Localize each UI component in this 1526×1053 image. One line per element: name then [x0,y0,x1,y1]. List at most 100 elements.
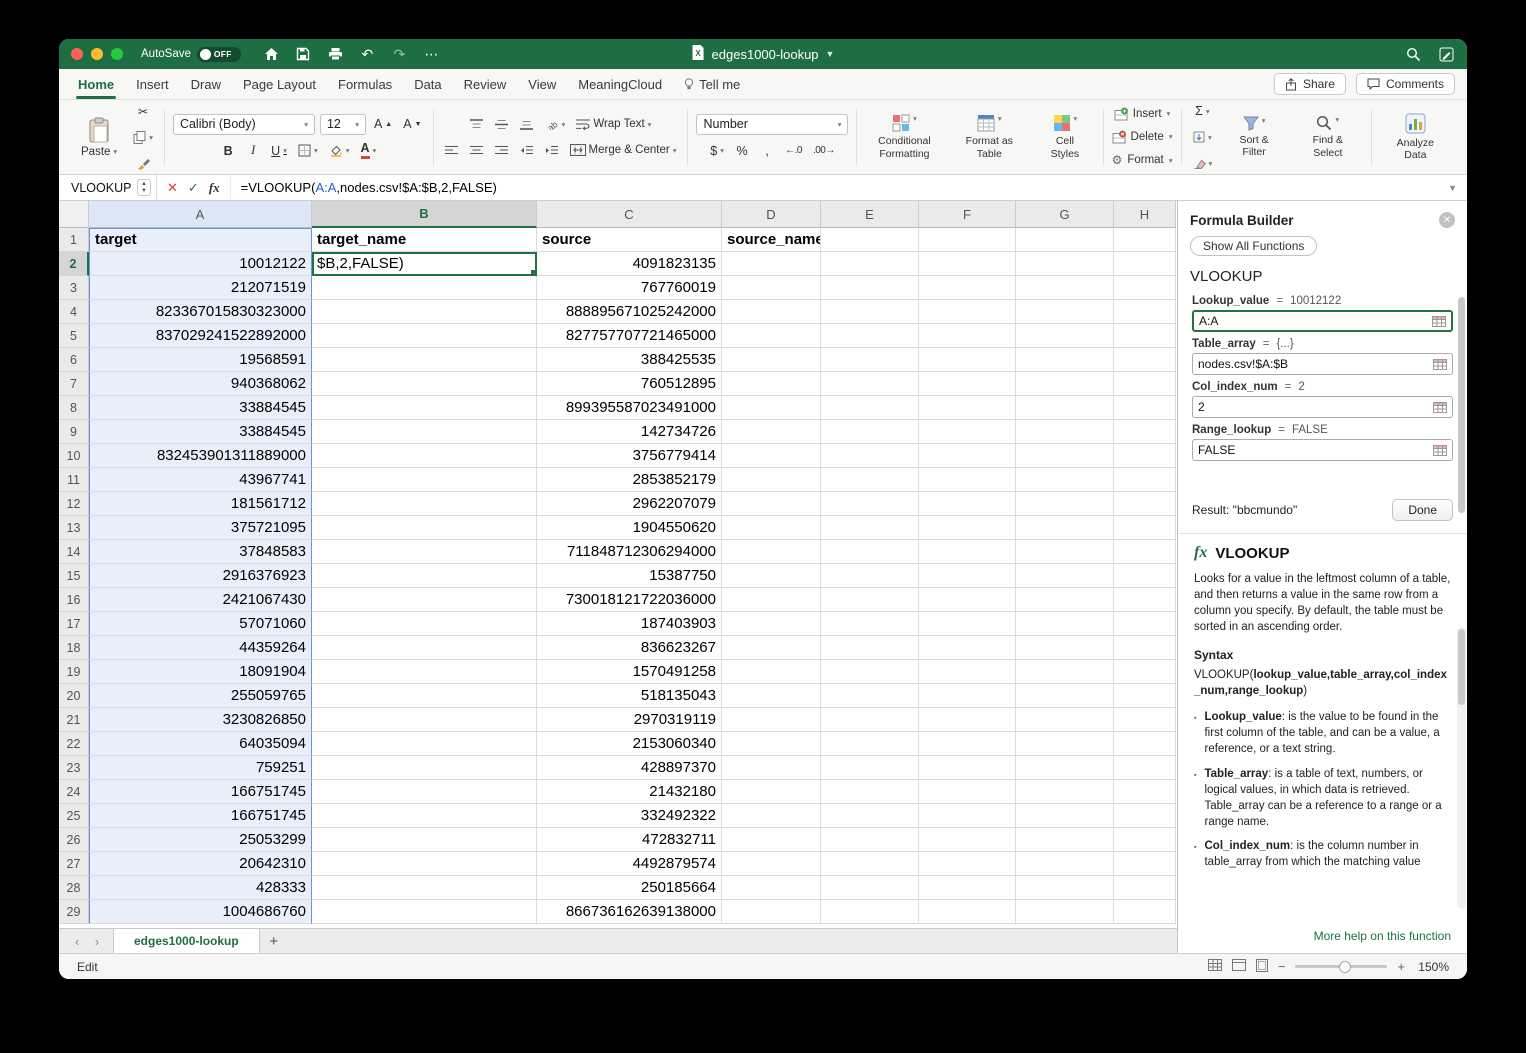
ribbon-tab-data[interactable]: Data [403,69,452,99]
cell-H12[interactable] [1114,492,1176,516]
shrink-font-button[interactable]: A▼ [400,114,424,134]
number-format-select[interactable]: Number▾ [696,114,848,135]
cell-A2[interactable]: 10012122 [89,252,312,276]
search-icon[interactable] [1405,46,1422,63]
cell-E14[interactable] [821,540,919,564]
cell-D26[interactable] [722,828,821,852]
cell-H23[interactable] [1114,756,1176,780]
row-header-5[interactable]: 5 [59,324,89,348]
cell-F14[interactable] [919,540,1016,564]
row-header-9[interactable]: 9 [59,420,89,444]
cell-D6[interactable] [722,348,821,372]
cell-C27[interactable]: 4492879574 [537,852,722,876]
cell-D25[interactable] [722,804,821,828]
cell-H3[interactable] [1114,276,1176,300]
document-title[interactable]: X edges1000-lookup ▼ [692,45,835,63]
column-header-B[interactable]: B [312,201,537,228]
cell-G9[interactable] [1016,420,1114,444]
column-header-H[interactable]: H [1114,201,1176,228]
cell-G24[interactable] [1016,780,1114,804]
cell-G21[interactable] [1016,708,1114,732]
cell-C1[interactable]: source [537,228,722,252]
cell-B16[interactable] [312,588,537,612]
row-header-22[interactable]: 22 [59,732,89,756]
cell-A7[interactable]: 940368062 [89,372,312,396]
cell-D20[interactable] [722,684,821,708]
cell-D7[interactable] [722,372,821,396]
cell-C7[interactable]: 760512895 [537,372,722,396]
cell-B26[interactable] [312,828,537,852]
cell-E9[interactable] [821,420,919,444]
cell-E26[interactable] [821,828,919,852]
home-icon[interactable] [263,46,280,63]
cell-B10[interactable] [312,444,537,468]
cell-H26[interactable] [1114,828,1176,852]
copy-button[interactable]: ▾ [130,127,156,147]
row-header-20[interactable]: 20 [59,684,89,708]
cell-B20[interactable] [312,684,537,708]
cell-D18[interactable] [722,636,821,660]
cell-A26[interactable]: 25053299 [89,828,312,852]
cell-D14[interactable] [722,540,821,564]
cell-C25[interactable]: 332492322 [537,804,722,828]
formula-input[interactable]: =VLOOKUP(A:A,nodes.csv!$A:$B,2,FALSE) [231,180,497,195]
row-header-2[interactable]: 2 [59,252,89,276]
cell-F20[interactable] [919,684,1016,708]
cell-G13[interactable] [1016,516,1114,540]
done-button[interactable]: Done [1392,499,1453,521]
cell-D24[interactable] [722,780,821,804]
cell-A27[interactable]: 20642310 [89,852,312,876]
row-header-25[interactable]: 25 [59,804,89,828]
cell-D16[interactable] [722,588,821,612]
percent-format-button[interactable]: % [732,141,752,161]
cell-B12[interactable] [312,492,537,516]
cell-E17[interactable] [821,612,919,636]
cell-H24[interactable] [1114,780,1176,804]
cell-E29[interactable] [821,900,919,924]
cell-F28[interactable] [919,876,1016,900]
cell-E5[interactable] [821,324,919,348]
font-name-select[interactable]: Calibri (Body)▾ [173,114,315,135]
cut-button[interactable]: ✂ [130,101,156,121]
cell-G6[interactable] [1016,348,1114,372]
cell-G2[interactable] [1016,252,1114,276]
cell-A9[interactable]: 33884545 [89,420,312,444]
ribbon-tab-meaningcloud[interactable]: MeaningCloud [567,69,673,99]
cell-C17[interactable]: 187403903 [537,612,722,636]
cell-H18[interactable] [1114,636,1176,660]
cell-B19[interactable] [312,660,537,684]
cell-G28[interactable] [1016,876,1114,900]
more-commands-icon[interactable]: ⋯ [423,46,440,63]
paste-button[interactable]: Paste▾ [75,115,123,160]
autosave-switch[interactable]: OFF [197,47,241,62]
cell-C26[interactable]: 472832711 [537,828,722,852]
cell-B21[interactable] [312,708,537,732]
cell-H2[interactable] [1114,252,1176,276]
bold-button[interactable]: B [218,141,238,161]
argument-input-col_index_num[interactable]: 2 [1192,396,1453,418]
cell-F23[interactable] [919,756,1016,780]
help-scrollbar-thumb[interactable] [1458,629,1465,705]
cell-H28[interactable] [1114,876,1176,900]
cell-E8[interactable] [821,396,919,420]
cell-D29[interactable] [722,900,821,924]
sheet-view-icon[interactable] [1208,959,1222,974]
fullscreen-window-button[interactable] [111,48,123,60]
cell-G8[interactable] [1016,396,1114,420]
row-header-19[interactable]: 19 [59,660,89,684]
ribbon-tab-home[interactable]: Home [67,69,125,99]
cell-A23[interactable]: 759251 [89,756,312,780]
column-header-D[interactable]: D [722,201,821,228]
cell-G10[interactable] [1016,444,1114,468]
panel-scrollbar-thumb[interactable] [1458,297,1465,513]
panel-close-icon[interactable]: ✕ [1439,212,1455,228]
cell-C18[interactable]: 836623267 [537,636,722,660]
delete-cells-button[interactable]: Delete▾ [1112,128,1173,145]
fill-button[interactable]: ▾ [1190,127,1216,147]
select-all-corner[interactable] [59,201,89,228]
zoom-slider[interactable] [1295,965,1387,968]
orientation-button[interactable]: ab▾ [542,114,569,134]
cell-F5[interactable] [919,324,1016,348]
row-header-7[interactable]: 7 [59,372,89,396]
cell-D10[interactable] [722,444,821,468]
